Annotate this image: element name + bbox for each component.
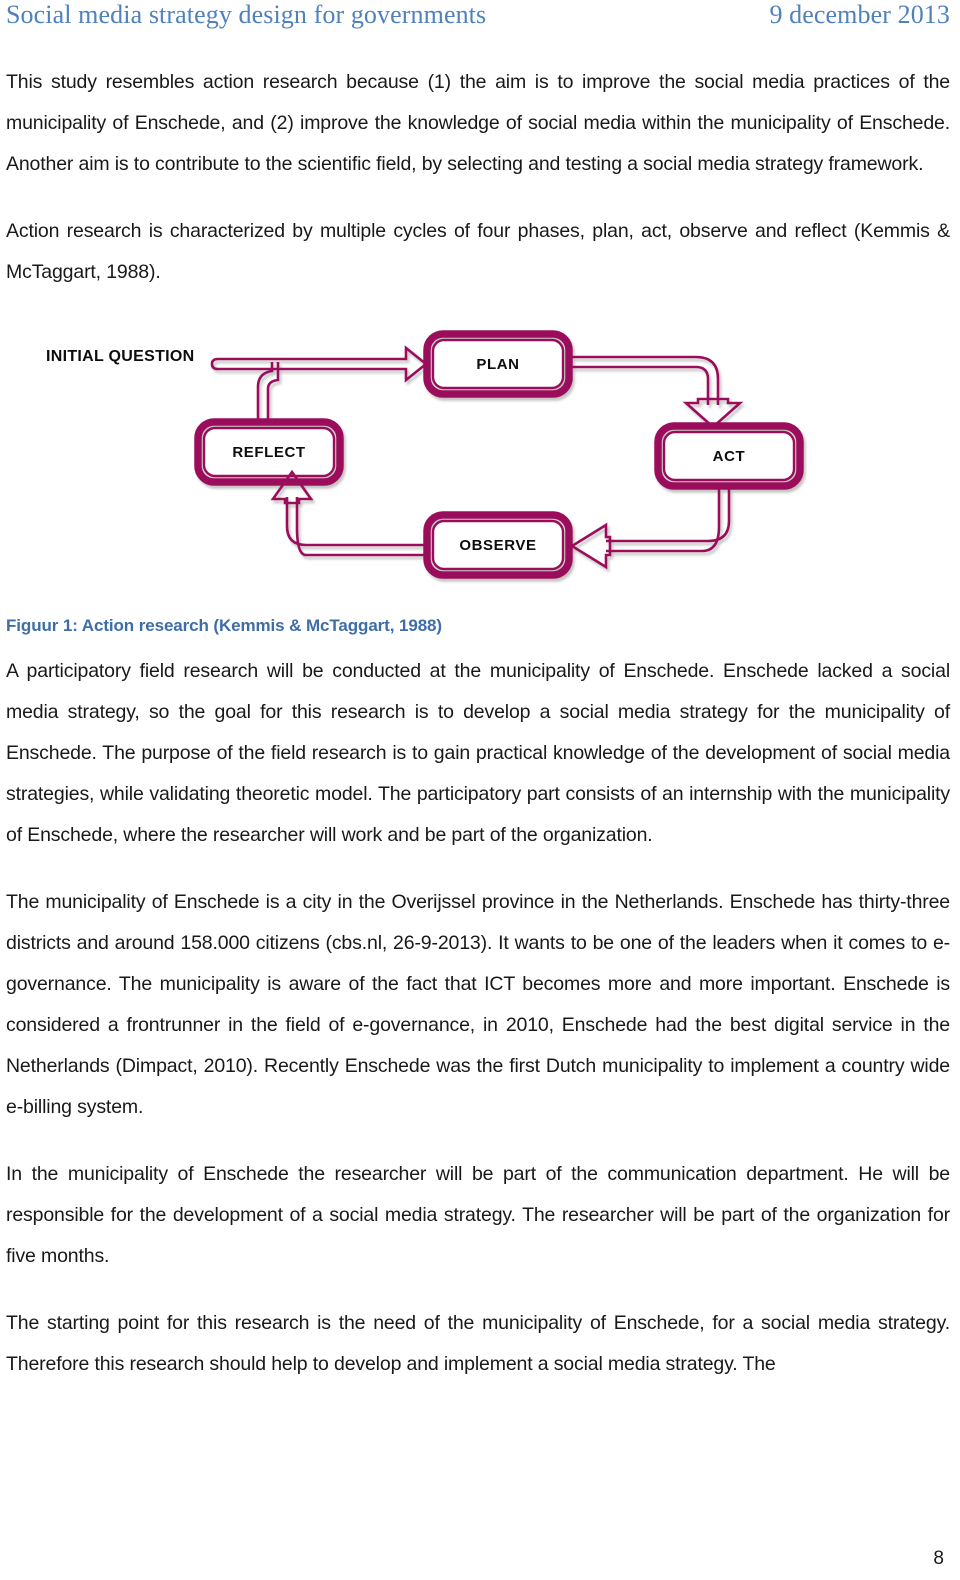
paragraph-6: The starting point for this research is … xyxy=(6,1312,950,1375)
node-observe xyxy=(423,511,573,579)
document-header: Social media strategy design for governm… xyxy=(0,0,960,44)
header-title: Social media strategy design for governm… xyxy=(6,0,487,29)
connector-act-to-observe xyxy=(569,484,731,570)
paragraph-4: The municipality of Enschede is a city i… xyxy=(6,891,950,1118)
paragraph-1: This study resembles action research bec… xyxy=(6,71,950,175)
connector-plan-to-act xyxy=(569,355,744,429)
header-date: 9 december 2013 xyxy=(769,0,950,29)
node-reflect xyxy=(194,418,344,486)
node-act xyxy=(654,422,804,490)
connector-initial-question-to-plan xyxy=(210,345,429,383)
paragraph-2: Action research is characterized by mult… xyxy=(6,220,950,283)
document-page: Social media strategy design for governm… xyxy=(0,0,960,1580)
paragraph-3: A participatory field research will be c… xyxy=(6,660,950,846)
document-body: This study resembles action research bec… xyxy=(6,62,950,1385)
figure-caption: Figuur 1: Action research (Kemmis & McTa… xyxy=(6,616,442,635)
paragraph-5: In the municipality of Enschede the rese… xyxy=(6,1163,950,1267)
page-number: 8 xyxy=(933,1548,944,1569)
figure-action-research: INITIAL QUESTION PLAN ACT OBSERVE REFLEC… xyxy=(6,315,950,615)
connector-reflect-to-entry-line xyxy=(256,362,280,424)
diagram-label-initial-question: INITIAL QUESTION xyxy=(46,348,195,365)
node-plan xyxy=(423,330,573,398)
